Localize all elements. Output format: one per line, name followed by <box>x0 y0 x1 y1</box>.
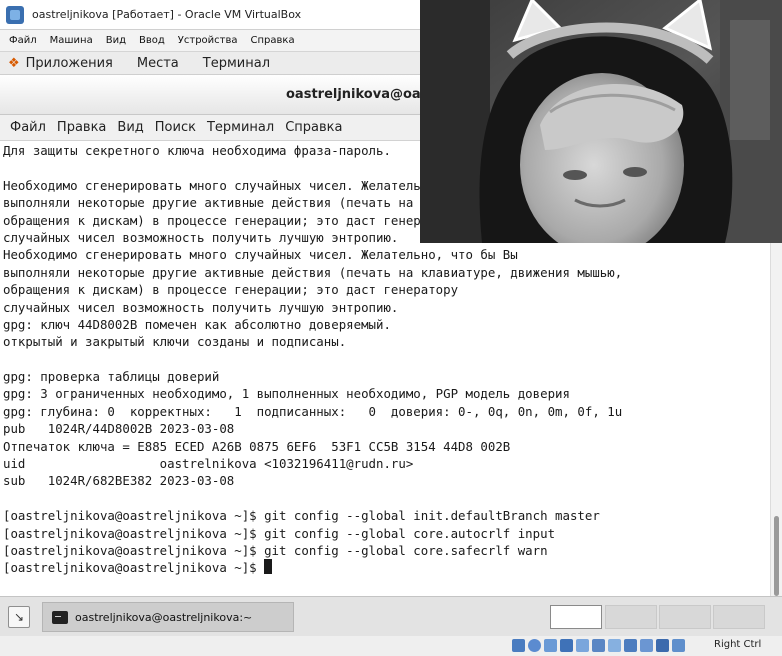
workspace-4[interactable] <box>713 605 765 629</box>
terminal-line: pub 1024R/44D8002B 2023-03-08 <box>3 421 235 437</box>
terminal-menu-edit[interactable]: Правка <box>57 120 106 135</box>
terminal-menu-file[interactable]: Файл <box>10 120 46 135</box>
vbox-menu-view[interactable]: Вид <box>106 35 126 46</box>
cpu-icon[interactable] <box>640 639 653 652</box>
vbox-menu-help[interactable]: Справка <box>251 35 295 46</box>
workspace-3[interactable] <box>659 605 711 629</box>
terminal-line: gpg: глубина: 0 корректных: 1 подписанны… <box>3 403 623 419</box>
taskbar: ↘ oastreljnikova@oastreljnikova:~ <box>0 596 782 636</box>
workspace-2[interactable] <box>605 605 657 629</box>
terminal-prompt: [oastreljnikova@oastreljnikova ~]$ <box>3 560 265 576</box>
virtualbox-logo-icon <box>6 5 24 24</box>
vbox-menu-file[interactable]: Файл <box>9 35 37 46</box>
keyboard-icon[interactable] <box>672 639 685 652</box>
terminal-menu-view[interactable]: Вид <box>117 120 143 135</box>
vbox-menu-input[interactable]: Ввод <box>139 35 165 46</box>
video-capture-icon[interactable] <box>624 639 637 652</box>
taskbar-terminal-button[interactable]: oastreljnikova@oastreljnikova:~ <box>42 602 294 632</box>
shared-folders-icon[interactable] <box>592 639 605 652</box>
terminal-line: gpg: 3 ограниченных необходимо, 1 выполн… <box>3 386 570 402</box>
panel-menu-terminal[interactable]: Терминал <box>203 56 270 71</box>
terminal-line: выполняли некоторые другие активные дейс… <box>3 264 623 280</box>
terminal-line: gpg: ключ 44D8002B помечен как абсолютно… <box>3 316 391 332</box>
terminal-menu-terminal[interactable]: Терминал <box>207 120 274 135</box>
vbox-menu-devices[interactable]: Устройства <box>178 35 238 46</box>
terminal-line: sub 1024R/682BE382 2023-03-08 <box>3 473 235 489</box>
terminal-line: Необходимо сгенерировать много случайных… <box>3 247 518 263</box>
show-desktop-icon[interactable]: ↘ <box>8 606 30 628</box>
terminal-line: Отпечаток ключа = E885 ECED A26B 0875 6E… <box>3 438 511 454</box>
text-cursor <box>264 559 273 575</box>
optical-drive-icon[interactable] <box>528 639 541 652</box>
usb-icon[interactable] <box>576 639 589 652</box>
scrollbar-thumb[interactable] <box>774 516 779 596</box>
virtualbox-statusbar: Right Ctrl <box>0 636 782 656</box>
hard-disk-icon[interactable] <box>512 639 525 652</box>
terminal-line: открытый и закрытый ключи созданы и подп… <box>3 334 347 350</box>
terminal-line: [oastreljnikova@oastreljnikova ~]$ git c… <box>3 542 548 558</box>
webcam-overlay <box>420 0 782 243</box>
vbox-menu-machine[interactable]: Машина <box>50 35 93 46</box>
terminal-icon <box>52 610 68 624</box>
terminal-line: uid oastrelnikova <1032196411@rudn.ru> <box>3 456 414 472</box>
workspace-1[interactable] <box>550 605 602 629</box>
taskbar-terminal-label: oastreljnikova@oastreljnikova:~ <box>75 610 253 624</box>
terminal-line: обращения к дискам) в процессе генерации… <box>3 282 459 298</box>
panel-menu-places[interactable]: Места <box>137 56 179 71</box>
terminal-menu-search[interactable]: Поиск <box>155 120 196 135</box>
terminal-menu-help[interactable]: Справка <box>285 120 342 135</box>
panel-menu-applications[interactable]: Приложения <box>26 56 113 71</box>
network-icon[interactable] <box>560 639 573 652</box>
audio-icon[interactable] <box>544 639 557 652</box>
terminal-prompt-line: [oastreljnikova@oastreljnikova ~]$ <box>3 559 770 576</box>
host-key-label: Right Ctrl <box>714 639 762 650</box>
mouse-integration-icon[interactable] <box>656 639 669 652</box>
terminal-line: gpg: проверка таблицы доверий <box>3 369 220 385</box>
terminal-line: [oastreljnikova@oastreljnikova ~]$ git c… <box>3 525 556 541</box>
terminal-line: [oastreljnikova@oastreljnikova ~]$ git c… <box>3 508 600 524</box>
applications-icon[interactable]: ❖ <box>8 56 20 71</box>
display-icon[interactable] <box>608 639 621 652</box>
webcam-image <box>420 0 782 243</box>
virtualbox-window-title: oastreljnikova [Работает] - Oracle VM Vi… <box>32 8 302 21</box>
terminal-line: случайных чисел возможность получить луч… <box>3 299 399 315</box>
